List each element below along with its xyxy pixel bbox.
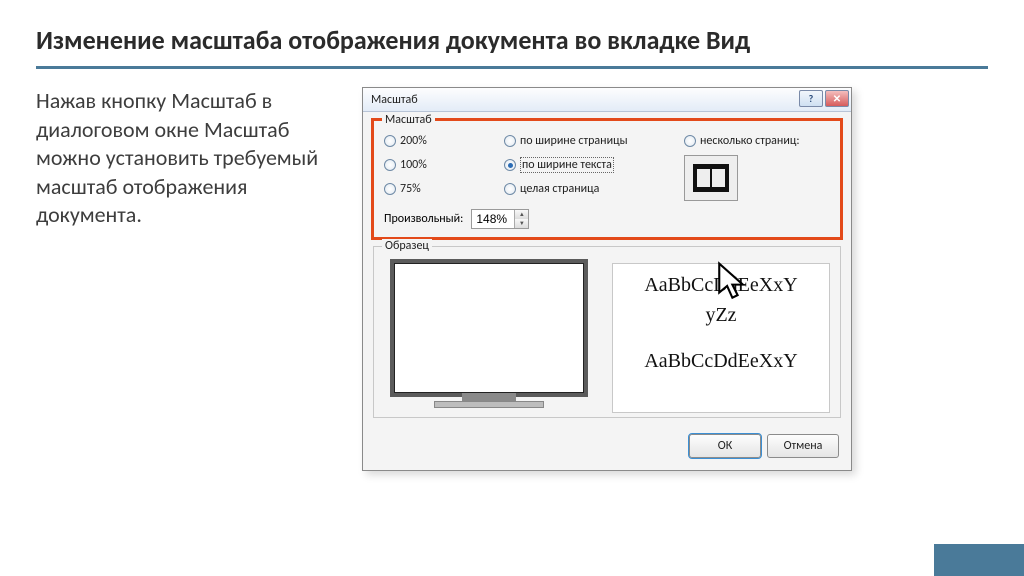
custom-zoom-label: Произвольный: — [384, 212, 463, 226]
group-scale: Масштаб 200% 100% 75% по ширине страницы… — [373, 120, 841, 238]
sample-line: AaBbCcDdEeXxY — [613, 270, 829, 300]
sample-line: yZz — [613, 300, 829, 330]
slide-heading: Изменение масштаба отображения документа… — [0, 0, 1024, 66]
help-button[interactable]: ? — [799, 90, 823, 107]
dialog-title: Масштаб — [371, 93, 418, 107]
close-button[interactable]: ✕ — [825, 90, 849, 107]
many-pages-picker[interactable] — [684, 155, 738, 201]
slide-description: Нажав кнопку Масштаб в диалоговом окне М… — [36, 87, 336, 471]
sample-line: AaBbCcDdEeXxY — [613, 346, 829, 376]
group-sample-title: Образец — [382, 239, 432, 253]
radio-many-pages[interactable]: несколько страниц: — [684, 131, 830, 151]
custom-zoom-spinner[interactable]: ▲ ▼ — [471, 209, 529, 229]
radio-75[interactable]: 75% — [384, 179, 504, 199]
custom-zoom-input[interactable] — [472, 210, 514, 228]
monitor-stand — [462, 393, 516, 401]
group-scale-title: Масштаб — [382, 113, 435, 127]
ok-button[interactable]: ОК — [689, 434, 761, 458]
radio-whole-page[interactable]: целая страница — [504, 179, 684, 199]
preview-monitor — [384, 263, 594, 413]
heading-underline — [36, 66, 988, 69]
group-sample: Образец AaBbCcDdEeXxY yZz AaBbCcDdEeXxY — [373, 246, 841, 418]
font-sample: AaBbCcDdEeXxY yZz AaBbCcDdEeXxY — [612, 263, 830, 413]
cancel-button[interactable]: Отмена — [767, 434, 839, 458]
spinner-up-icon[interactable]: ▲ — [514, 210, 528, 219]
radio-text-width[interactable]: по ширине текста — [504, 155, 684, 175]
radio-page-width[interactable]: по ширине страницы — [504, 131, 684, 151]
monitor-base — [434, 401, 544, 408]
spinner-down-icon[interactable]: ▼ — [514, 219, 528, 228]
accent-bar — [934, 544, 1024, 576]
monitor-screen-icon — [394, 263, 584, 393]
dialog-titlebar[interactable]: Масштаб ? ✕ — [363, 88, 851, 112]
pages-icon — [693, 164, 729, 192]
radio-200[interactable]: 200% — [384, 131, 504, 151]
radio-100[interactable]: 100% — [384, 155, 504, 175]
zoom-dialog: Масштаб ? ✕ Масштаб 200% 100% 75% — [362, 87, 852, 471]
